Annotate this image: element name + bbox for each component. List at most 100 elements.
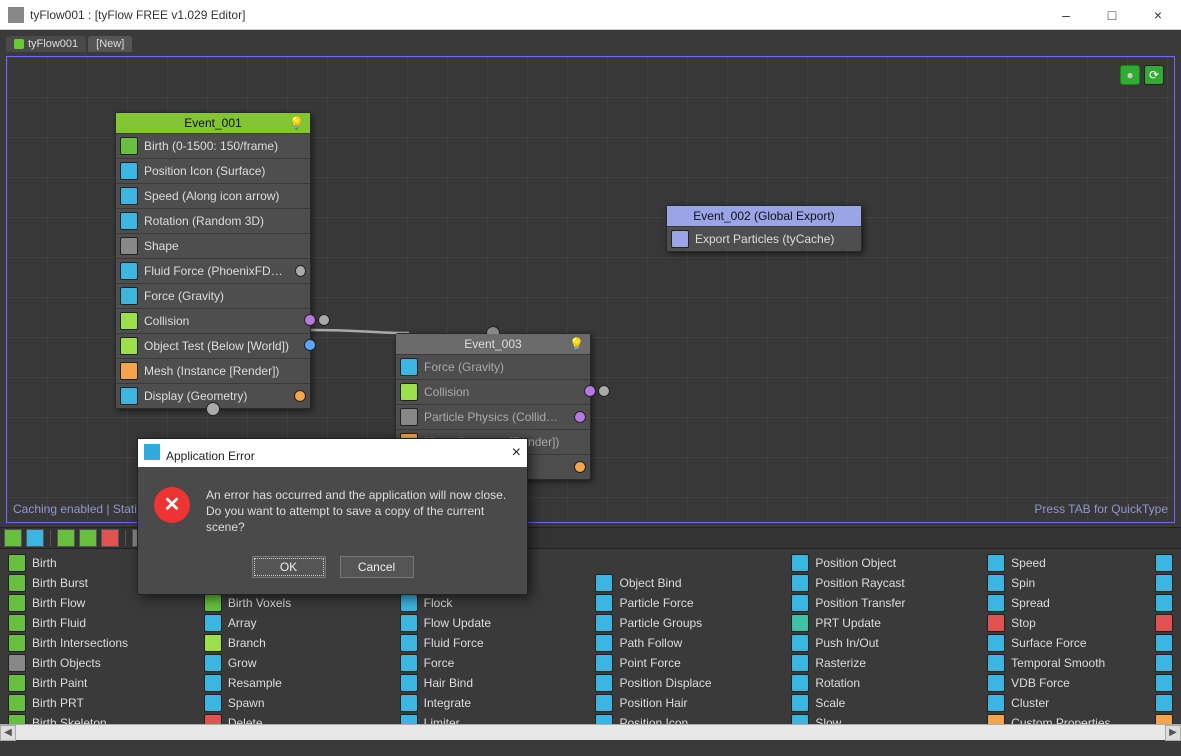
- palette-item[interactable]: Birth Fluid: [8, 613, 194, 633]
- palette-item[interactable]: Custom Properties: [987, 713, 1173, 724]
- node-event-001[interactable]: Event_001 💡 Birth (0-1500: 150/frame)Pos…: [115, 112, 311, 409]
- operator-row[interactable]: Mesh (Instance [Render]): [116, 358, 310, 383]
- palette-item[interactable]: Push In/Out: [791, 633, 977, 653]
- operator-row[interactable]: Speed (Along icon arrow): [116, 183, 310, 208]
- operator-row[interactable]: Collision: [396, 379, 590, 404]
- operator-row[interactable]: Fluid Force (PhoenixFDLiq…: [116, 258, 310, 283]
- node-header[interactable]: Event_002 (Global Export): [667, 206, 861, 226]
- node-header[interactable]: Event_001 💡: [116, 113, 310, 133]
- palette-item[interactable]: Flock: [400, 593, 586, 613]
- bulb-icon[interactable]: 💡: [569, 337, 584, 351]
- output-port[interactable]: [584, 385, 596, 397]
- palette-item[interactable]: Point Force: [595, 653, 781, 673]
- operator-row[interactable]: Force (Gravity): [396, 354, 590, 379]
- palette-item[interactable]: Position Hair: [595, 693, 781, 713]
- palette-item[interactable]: Surface Force: [987, 633, 1173, 653]
- palette-item[interactable]: Speed: [987, 553, 1173, 573]
- horizontal-scrollbar[interactable]: ◀ ▶: [0, 724, 1181, 740]
- palette-item[interactable]: Birth Skeleton: [8, 713, 194, 724]
- output-port[interactable]: [574, 461, 586, 473]
- palette-item[interactable]: PRT Update: [791, 613, 977, 633]
- output-port[interactable]: [304, 339, 316, 351]
- palette-item[interactable]: Birth Intersections: [8, 633, 194, 653]
- tool-button[interactable]: [101, 529, 119, 547]
- palette-item[interactable]: Scale: [791, 693, 977, 713]
- palette-item[interactable]: Particle Force: [595, 593, 781, 613]
- operator-row[interactable]: Export Particles (tyCache): [667, 226, 861, 251]
- operator-row[interactable]: Collision: [116, 308, 310, 333]
- palette-item[interactable]: Flow Update: [400, 613, 586, 633]
- palette-item[interactable]: Delete: [204, 713, 390, 724]
- palette-item[interactable]: Birth Flow: [8, 593, 194, 613]
- dialog-close-button[interactable]: ×: [512, 444, 521, 462]
- palette-item[interactable]: Birth Paint: [8, 673, 194, 693]
- palette-label: Point Force: [619, 656, 680, 670]
- palette-item[interactable]: Birth PRT: [8, 693, 194, 713]
- palette-item[interactable]: Force: [400, 653, 586, 673]
- tab-new[interactable]: [New]: [88, 36, 132, 52]
- palette-item[interactable]: Resample: [204, 673, 390, 693]
- palette-item[interactable]: Position Displace: [595, 673, 781, 693]
- palette-item[interactable]: VDB Force: [987, 673, 1173, 693]
- refresh-button[interactable]: ⟳: [1144, 65, 1164, 85]
- palette-item[interactable]: Spawn: [204, 693, 390, 713]
- output-port[interactable]: [294, 390, 306, 402]
- palette-item[interactable]: Hair Bind: [400, 673, 586, 693]
- tool-button[interactable]: [26, 529, 44, 547]
- palette-item[interactable]: Spread: [987, 593, 1173, 613]
- enable-toggle[interactable]: ●: [1120, 65, 1140, 85]
- window-maximize-button[interactable]: □: [1089, 0, 1135, 30]
- operator-row[interactable]: Force (Gravity): [116, 283, 310, 308]
- node-output-port[interactable]: [206, 402, 220, 416]
- palette-item[interactable]: Branch: [204, 633, 390, 653]
- palette-item[interactable]: Limiter: [400, 713, 586, 724]
- operator-row[interactable]: Object Test (Below [World]): [116, 333, 310, 358]
- palette-item[interactable]: Birth Voxels: [204, 593, 390, 613]
- palette-label: Spin: [1011, 576, 1035, 590]
- tab-tyflow001[interactable]: tyFlow001: [6, 36, 86, 52]
- palette-item[interactable]: Position Raycast: [791, 573, 977, 593]
- node-header[interactable]: Event_003 💡: [396, 334, 590, 354]
- bulb-icon[interactable]: 💡: [289, 116, 304, 130]
- operator-row[interactable]: Position Icon (Surface): [116, 158, 310, 183]
- tool-button[interactable]: [79, 529, 97, 547]
- palette-item[interactable]: Position Object: [791, 553, 977, 573]
- palette-item[interactable]: Fluid Force: [400, 633, 586, 653]
- palette-item[interactable]: Temporal Smooth: [987, 653, 1173, 673]
- palette-item[interactable]: Cluster: [987, 693, 1173, 713]
- status-right: Press TAB for QuickType: [1034, 502, 1168, 516]
- operator-row[interactable]: Birth (0-1500: 150/frame): [116, 133, 310, 158]
- scroll-right-button[interactable]: ▶: [1165, 725, 1181, 741]
- palette-item[interactable]: Array: [204, 613, 390, 633]
- palette-item[interactable]: Slow: [791, 713, 977, 724]
- palette-item[interactable]: Rasterize: [791, 653, 977, 673]
- operator-row[interactable]: Particle Physics (Collid…: [396, 404, 590, 429]
- output-port[interactable]: [318, 314, 330, 326]
- palette-item[interactable]: Object Bind: [595, 573, 781, 593]
- palette-item[interactable]: Birth Objects: [8, 653, 194, 673]
- window-close-button[interactable]: ×: [1135, 0, 1181, 30]
- scroll-track[interactable]: [16, 725, 1165, 741]
- dialog-titlebar[interactable]: Application Error ×: [138, 439, 527, 467]
- output-port[interactable]: [304, 314, 316, 326]
- output-port[interactable]: [598, 385, 610, 397]
- palette-item[interactable]: Stop: [987, 613, 1173, 633]
- palette-item[interactable]: Position Transfer: [791, 593, 977, 613]
- palette-item[interactable]: Path Follow: [595, 633, 781, 653]
- scroll-left-button[interactable]: ◀: [0, 725, 16, 741]
- ok-button[interactable]: OK: [252, 556, 326, 578]
- tool-button[interactable]: [4, 529, 22, 547]
- node-event-002[interactable]: Event_002 (Global Export) Export Particl…: [666, 205, 862, 252]
- operator-row[interactable]: Rotation (Random 3D): [116, 208, 310, 233]
- palette-item[interactable]: Position Icon: [595, 713, 781, 724]
- output-port[interactable]: [574, 411, 586, 423]
- palette-item[interactable]: Grow: [204, 653, 390, 673]
- palette-item[interactable]: Spin: [987, 573, 1173, 593]
- palette-item[interactable]: Particle Groups: [595, 613, 781, 633]
- operator-row[interactable]: Shape: [116, 233, 310, 258]
- cancel-button[interactable]: Cancel: [340, 556, 414, 578]
- palette-item[interactable]: Integrate: [400, 693, 586, 713]
- palette-item[interactable]: Rotation: [791, 673, 977, 693]
- tool-button[interactable]: [57, 529, 75, 547]
- window-minimize-button[interactable]: –: [1043, 0, 1089, 30]
